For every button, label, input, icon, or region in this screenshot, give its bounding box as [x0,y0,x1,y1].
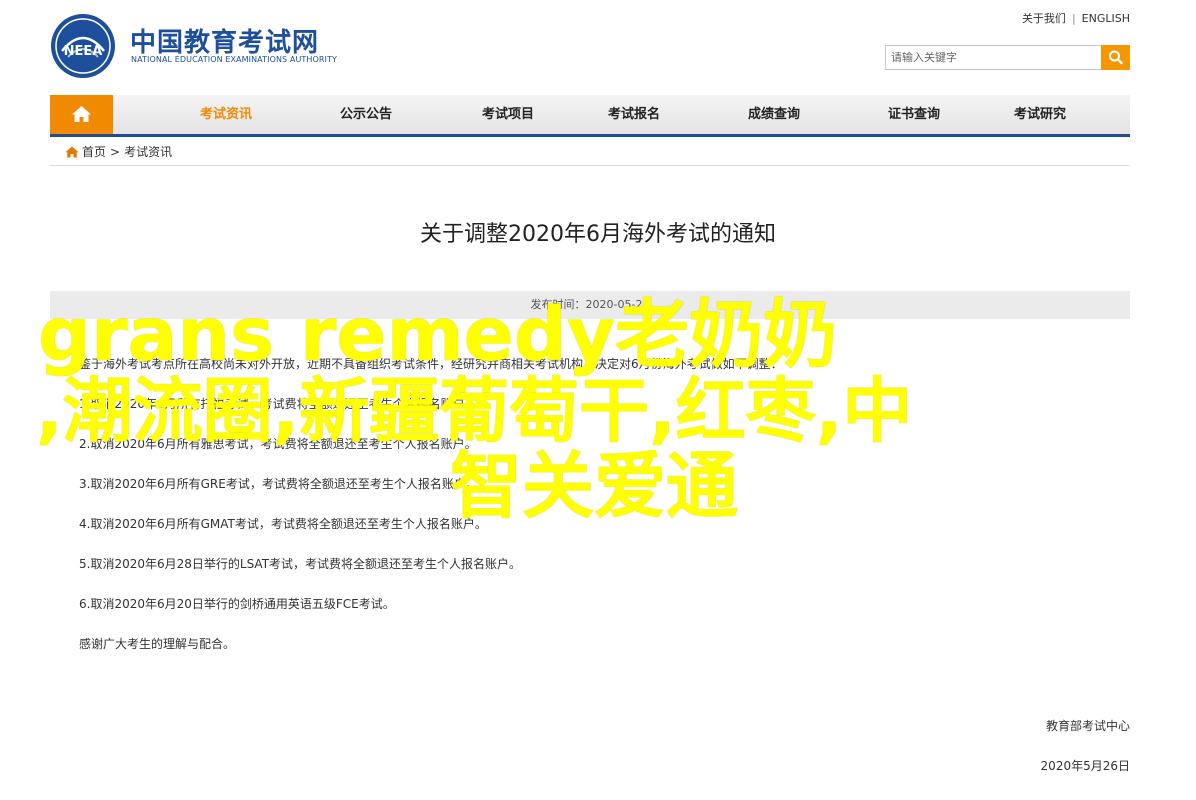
overlay-text-line-1: grans remedy老奶奶 [38,292,838,378]
nav-item-announcements[interactable]: 公示公告 [340,95,392,134]
article-date: 2020年5月26日 [1040,759,1130,773]
overlay-text-line-2: ,潮流圈,新疆葡萄干,红枣,中 [36,370,913,452]
breadcrumb-home-link[interactable]: 首页 [82,145,106,159]
logo-badge-text: NEEA [64,44,103,59]
breadcrumb-separator: > [110,145,121,159]
top-links-divider: | [1071,12,1076,25]
search-input[interactable] [885,45,1101,70]
nav-home-button[interactable] [50,95,113,134]
nav-item-certificate-query[interactable]: 证书查询 [888,95,940,134]
search-box [885,45,1130,70]
top-links: 关于我们 | ENGLISH [1022,10,1130,26]
search-button[interactable] [1101,45,1130,70]
nav-item-exam-research[interactable]: 考试研究 [1014,95,1066,134]
nav-item-exam-projects[interactable]: 考试项目 [482,95,534,134]
breadcrumb: 首页 > 考试资讯 [50,138,1130,166]
site-header: NEEA 中国教育考试网 NATIONAL EDUCATION EXAMINAT… [0,0,1196,95]
home-icon [72,106,91,122]
site-title[interactable]: 中国教育考试网 [130,22,319,59]
article-item: 5.取消2020年6月28日举行的LSAT考试，考试费将全额退还至考生个人报名账… [79,557,522,571]
english-link[interactable]: ENGLISH [1082,12,1130,25]
main-nav: 考试资讯 公示公告 考试项目 考试报名 成绩查询 证书查询 考试研究 [50,95,1130,137]
article-signature: 教育部考试中心 [1045,719,1130,733]
home-icon [65,146,79,158]
article-item: 6.取消2020年6月20日举行的剑桥通用英语五级FCE考试。 [79,597,395,611]
search-icon [1109,50,1123,65]
overlay-text-line-3: 智关爱通 [450,444,739,528]
site-subtitle: NATIONAL EDUCATION EXAMINATIONS AUTHORIT… [131,55,337,64]
article-title: 关于调整2020年6月海外考试的通知 [420,222,776,247]
nav-item-registration[interactable]: 考试报名 [608,95,660,134]
article-item: 3.取消2020年6月所有GRE考试，考试费将全额退还至考生个人报名账户。 [79,477,478,491]
nav-item-score-query[interactable]: 成绩查询 [748,95,800,134]
neea-logo-icon[interactable]: NEEA [50,13,116,79]
nav-item-exam-news[interactable]: 考试资讯 [200,95,252,134]
article-item: 4.取消2020年6月所有GMAT考试，考试费将全额退还至考生个人报名账户。 [79,517,487,531]
about-link[interactable]: 关于我们 [1022,12,1066,25]
breadcrumb-current-link[interactable]: 考试资讯 [124,145,172,159]
article-thanks: 感谢广大考生的理解与配合。 [79,637,236,651]
